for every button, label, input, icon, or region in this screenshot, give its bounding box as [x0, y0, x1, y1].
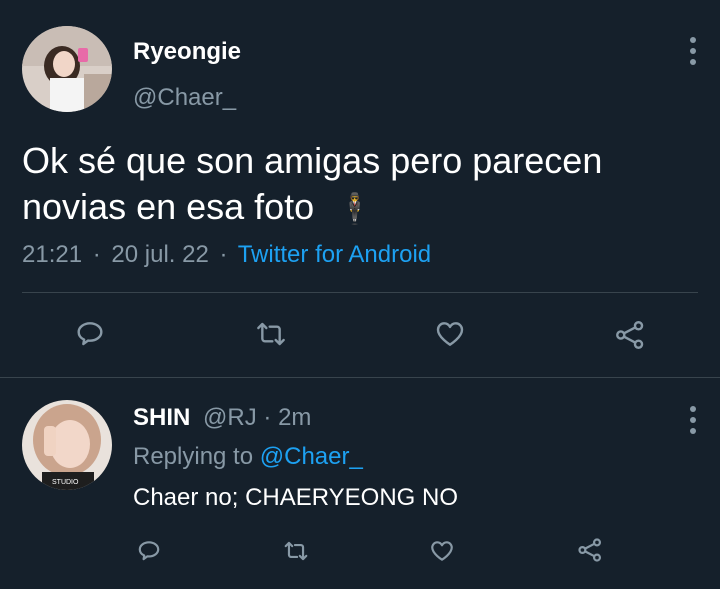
- reply-more-options-button[interactable]: [689, 406, 697, 434]
- retweet-icon: [257, 322, 285, 346]
- author-name[interactable]: Ryeongie: [133, 38, 241, 66]
- reply-icon: [138, 541, 160, 561]
- section-divider: [0, 377, 720, 378]
- tweet-text-line: novias en esa foto 🕴: [22, 184, 702, 233]
- retweet-icon: [284, 541, 308, 561]
- reply-icon: [77, 322, 103, 346]
- reply-author-handle[interactable]: @RJ: [203, 404, 257, 431]
- reply-reply-button[interactable]: [136, 538, 162, 564]
- tweet-text-fragment: novias en esa foto: [22, 186, 315, 227]
- reply-timestamp[interactable]: 2m: [278, 404, 311, 431]
- svg-text:STUDIO: STUDIO: [52, 479, 79, 486]
- retweet-button[interactable]: [254, 318, 288, 350]
- more-dot: [690, 428, 696, 434]
- share-icon: [578, 538, 602, 562]
- tweet-text: Ok sé que son amigas pero parecen novias…: [22, 138, 702, 233]
- meta-separator: ·: [219, 241, 228, 268]
- tweet-divider: [22, 292, 698, 293]
- tweet-source-link[interactable]: Twitter for Android: [238, 241, 431, 268]
- more-vertical-icon: [690, 406, 696, 412]
- share-icon: [616, 321, 644, 349]
- tweet-time[interactable]: 21:21: [22, 241, 82, 268]
- reply-author-avatar[interactable]: STUDIO: [22, 400, 112, 490]
- author-handle[interactable]: @Chaer_: [133, 84, 236, 112]
- reply-retweet-button[interactable]: [282, 538, 310, 564]
- meta-separator: ·: [92, 241, 101, 268]
- reply-author-name[interactable]: SHIN: [133, 404, 190, 431]
- replying-to-handle[interactable]: @Chaer_: [260, 443, 363, 470]
- replying-to-line: Replying to @Chaer_: [133, 443, 363, 471]
- reply-text: Chaer no; CHAERYEONG NO: [133, 484, 458, 511]
- more-dot: [690, 59, 696, 65]
- tweet-meta: 21:21 · 20 jul. 22 · Twitter for Android: [22, 241, 431, 269]
- reply-header: SHIN @RJ · 2m: [133, 404, 311, 432]
- levitating-man-emoji: 🕴: [336, 193, 374, 226]
- tweet-date[interactable]: 20 jul. 22: [111, 241, 208, 268]
- replying-to-label: Replying to: [133, 443, 254, 470]
- reply-separator: ·: [263, 404, 272, 431]
- author-avatar[interactable]: [22, 26, 112, 112]
- more-dot: [690, 417, 696, 423]
- share-button[interactable]: [612, 318, 648, 352]
- reply-like-button[interactable]: [429, 538, 455, 564]
- more-dot: [690, 48, 696, 54]
- more-options-button[interactable]: [689, 37, 697, 65]
- like-button[interactable]: [434, 318, 466, 350]
- heart-icon: [436, 322, 464, 346]
- tweet-text-line: Ok sé que son amigas pero parecen: [22, 140, 603, 181]
- heart-icon: [431, 541, 453, 561]
- reply-button[interactable]: [74, 318, 106, 350]
- reply-share-button[interactable]: [575, 536, 605, 564]
- more-vertical-icon: [690, 37, 696, 43]
